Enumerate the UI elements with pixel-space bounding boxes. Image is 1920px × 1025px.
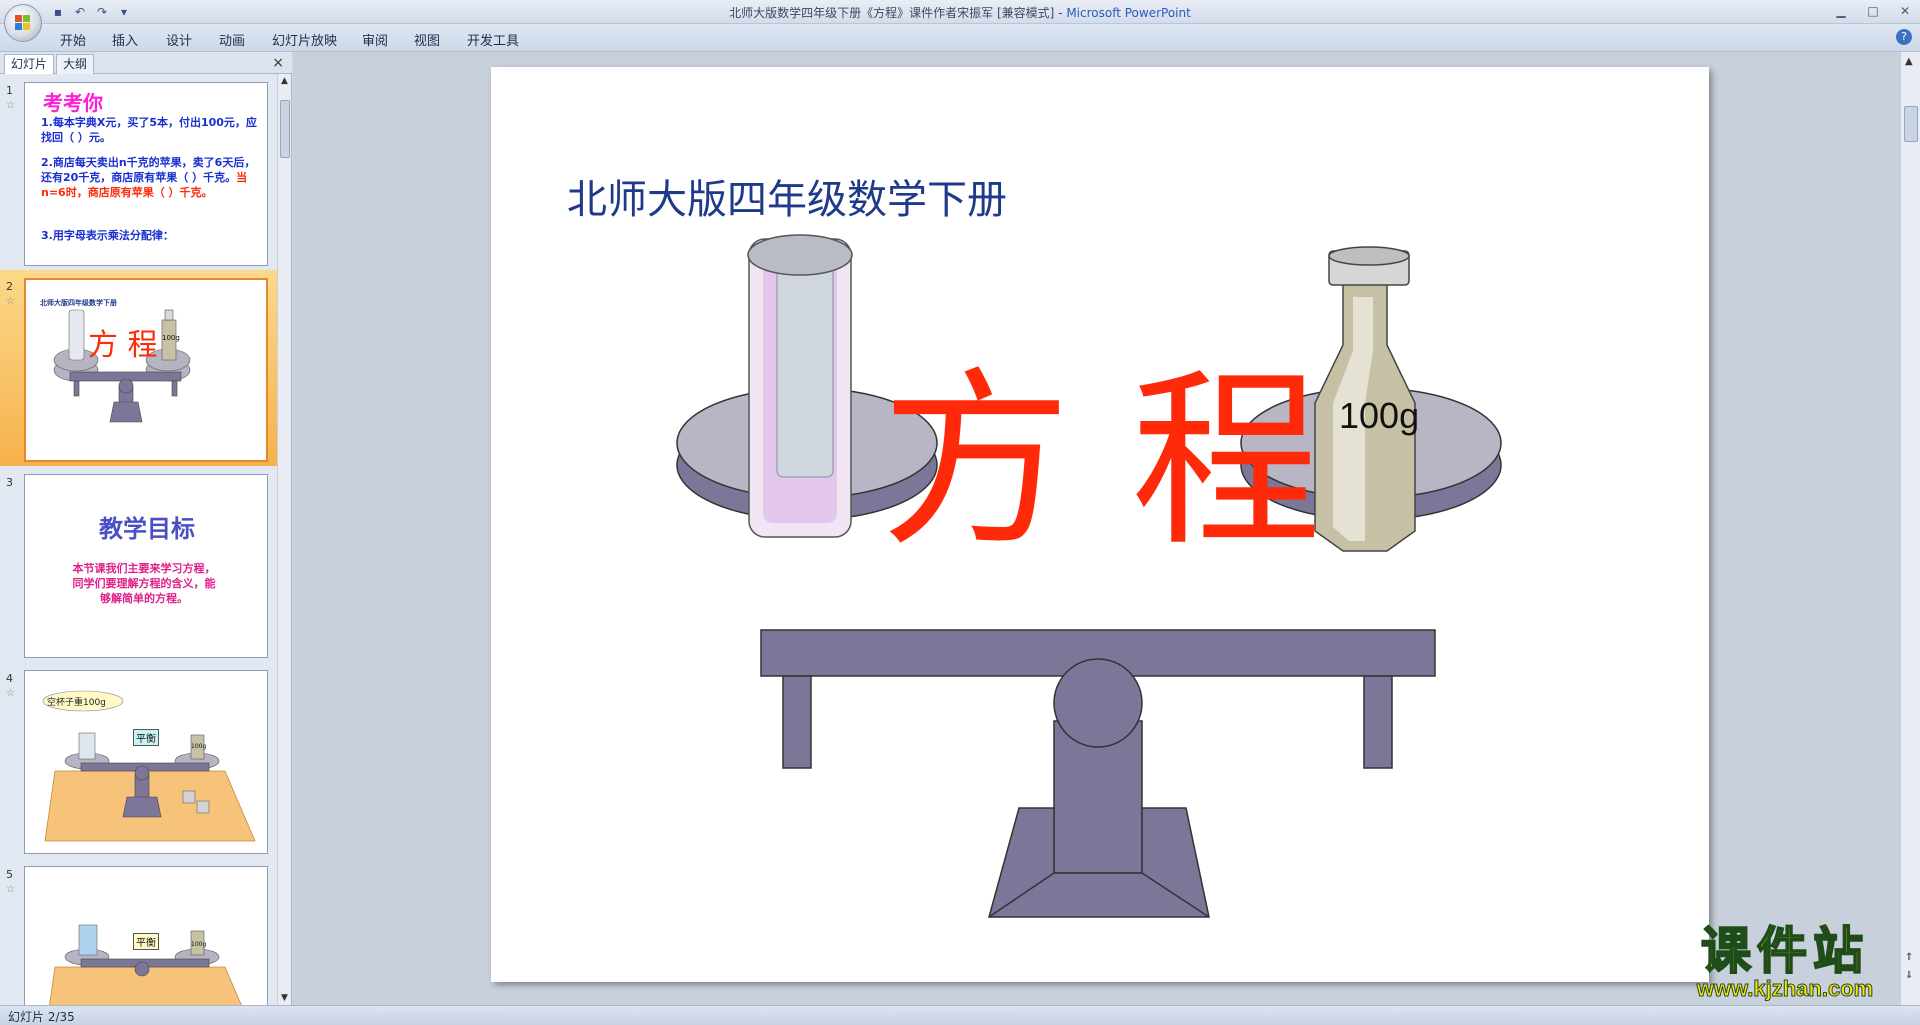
minimize-icon[interactable]: ▁	[1830, 2, 1852, 20]
thumb-question-3: 3.用字母表示乘法分配律：	[41, 229, 174, 242]
slide-thumbnail[interactable]: 平衡 100g	[24, 866, 268, 1005]
thumb-body: 本节课我们主要来学习方程，同学们要理解方程的含义，能够解简单的方程。	[72, 562, 216, 605]
next-slide-icon[interactable]: ⇓	[1905, 970, 1913, 981]
thumb-question-2: 2.商店每天卖出n千克的苹果，卖了6天后，还有20千克，商店原有苹果（ ）千克。…	[41, 155, 263, 200]
tab-outline[interactable]: 大纲	[56, 54, 95, 74]
scrollbar-thumb[interactable]	[1904, 106, 1918, 142]
tab-view[interactable]: 视图	[414, 30, 440, 49]
thumbnail-row[interactable]: 4 ☆ 空杯子重100g 平衡 100g	[0, 662, 278, 858]
slide-thumbnail[interactable]: 空杯子重100g 平衡 100g	[24, 670, 268, 854]
scroll-up-icon[interactable]: ▲	[281, 76, 288, 86]
transition-star-icon: ☆	[6, 688, 15, 699]
slide-number: 2	[6, 280, 13, 293]
document-title: 北师大版数学四年级下册《方程》课件作者宋振军 [兼容模式]	[729, 6, 1055, 20]
thumbnail-scrollbar[interactable]: ▲ ▼	[277, 74, 291, 1005]
tab-review[interactable]: 审阅	[362, 30, 388, 49]
thumb-balance-badge: 平衡	[133, 729, 159, 746]
slide-number: 3	[6, 476, 13, 489]
pane-tabs: 幻灯片 大纲 ×	[0, 52, 292, 74]
transition-star-icon: ☆	[6, 296, 15, 307]
close-icon[interactable]: ✕	[1894, 2, 1916, 20]
app-name: Microsoft PowerPoint	[1066, 6, 1191, 20]
thumbnail-row[interactable]: 3 教学目标 本节课我们主要来学习方程，同学们要理解方程的含义，能够解简单的方程…	[0, 466, 278, 662]
tab-home[interactable]: 开始	[60, 30, 86, 49]
slides-pane: 幻灯片 大纲 × 1 ☆ 考考你 1.每本字典X元，买了5本，付出100元，应找…	[0, 52, 292, 1005]
office-button[interactable]	[4, 4, 42, 42]
transition-star-icon: ☆	[6, 884, 15, 895]
thumb-scale-graphic	[53, 309, 191, 423]
slide-number: 1	[6, 84, 13, 97]
slide-thumbnail[interactable]: 教学目标 本节课我们主要来学习方程，同学们要理解方程的含义，能够解简单的方程。	[24, 474, 268, 658]
maximize-icon[interactable]: □	[1862, 2, 1884, 20]
watermark-url: www.kjzhan.com	[1696, 976, 1874, 1001]
scale-pivot	[1053, 658, 1143, 748]
tab-insert[interactable]: 插入	[112, 30, 138, 49]
help-icon[interactable]: ?	[1896, 29, 1912, 45]
tab-slides[interactable]: 幻灯片	[4, 54, 55, 74]
pane-close-icon[interactable]: ×	[272, 55, 284, 71]
slide-big-word[interactable]: 方程	[881, 307, 1381, 582]
thumb-weight-label: 100g	[191, 743, 207, 750]
thumb-balance-badge: 平衡	[133, 933, 159, 950]
left-leg	[782, 675, 812, 769]
transition-star-icon: ☆	[6, 100, 15, 111]
thumbnail-list: 1 ☆ 考考你 1.每本字典X元，买了5本，付出100元，应找回（ ）元。 2.…	[0, 74, 278, 1005]
slide-scrollbar[interactable]: ▲ ⇑ ⇓	[1900, 52, 1920, 1005]
slide-thumbnail[interactable]: 北师大版四年级数学下册 方 程 100g	[24, 278, 268, 462]
status-bar: 幻灯片 2/35	[0, 1005, 1920, 1025]
thumb-bubble-text: 空杯子重100g	[47, 698, 106, 708]
thumb-weight-label: 100g	[162, 334, 180, 342]
window-title: 北师大版数学四年级下册《方程》课件作者宋振军 [兼容模式] - Microsof…	[729, 6, 1191, 20]
thumb-title: 考考你	[43, 91, 103, 115]
previous-slide-icon[interactable]: ⇑	[1905, 952, 1913, 963]
thumbnail-row[interactable]: 5 ☆ 平衡 100g	[0, 858, 278, 1005]
tab-animations[interactable]: 动画	[219, 30, 245, 49]
tab-developer[interactable]: 开发工具	[467, 30, 519, 49]
tab-slideshow[interactable]: 幻灯片放映	[272, 30, 337, 49]
tab-design[interactable]: 设计	[166, 30, 192, 49]
thumbnail-row[interactable]: 1 ☆ 考考你 1.每本字典X元，买了5本，付出100元，应找回（ ）元。 2.…	[0, 74, 278, 270]
thumb-question-1: 1.每本字典X元，买了5本，付出100元，应找回（ ）元。	[41, 116, 257, 144]
right-leg	[1363, 675, 1393, 769]
scroll-up-icon[interactable]: ▲	[1905, 56, 1913, 67]
window-controls: ▁ □ ✕	[1830, 2, 1916, 20]
scroll-down-icon[interactable]: ▼	[281, 993, 288, 1003]
title-bar: ▪ ↶ ↷ ▾ 北师大版数学四年级下册《方程》课件作者宋振军 [兼容模式] - …	[0, 0, 1920, 24]
office-logo-icon	[15, 15, 31, 31]
slide-thumbnail[interactable]: 考考你 1.每本字典X元，买了5本，付出100元，应找回（ ）元。 2.商店每天…	[24, 82, 268, 266]
slide-editor: 北师大版四年级数学下册 方程 100g	[293, 52, 1900, 1005]
thumb-question-2a: 2.商店每天卖出n千克的苹果，卖了6天后，还有20千克，商店原有苹果（ ）千克。	[41, 156, 256, 184]
watermark-cn: 课件站	[1700, 922, 1869, 980]
slide-counter: 幻灯片 2/35	[8, 1010, 75, 1024]
thumbnail-row-selected[interactable]: 2 ☆ 北师大版四年级数学下册 方 程 100g	[0, 270, 278, 466]
ribbon-tabs: 开始 插入 设计 动画 幻灯片放映 审阅 视图 开发工具 ?	[0, 24, 1920, 52]
thumb-title: 教学目标	[99, 515, 195, 543]
slide-number: 5	[6, 868, 13, 881]
scrollbar-thumb[interactable]	[280, 100, 290, 158]
weight-label[interactable]: 100g	[1339, 395, 1419, 437]
slide-title[interactable]: 北师大版四年级数学下册	[567, 167, 1007, 225]
thumb-big-word: 方 程	[88, 328, 158, 363]
watermark-logo: 课件站 www.kjzhan.com	[1664, 922, 1906, 1002]
current-slide[interactable]: 北师大版四年级数学下册 方程 100g	[491, 67, 1709, 982]
thumb-weight-label: 100g	[191, 941, 207, 948]
slide-number: 4	[6, 672, 13, 685]
